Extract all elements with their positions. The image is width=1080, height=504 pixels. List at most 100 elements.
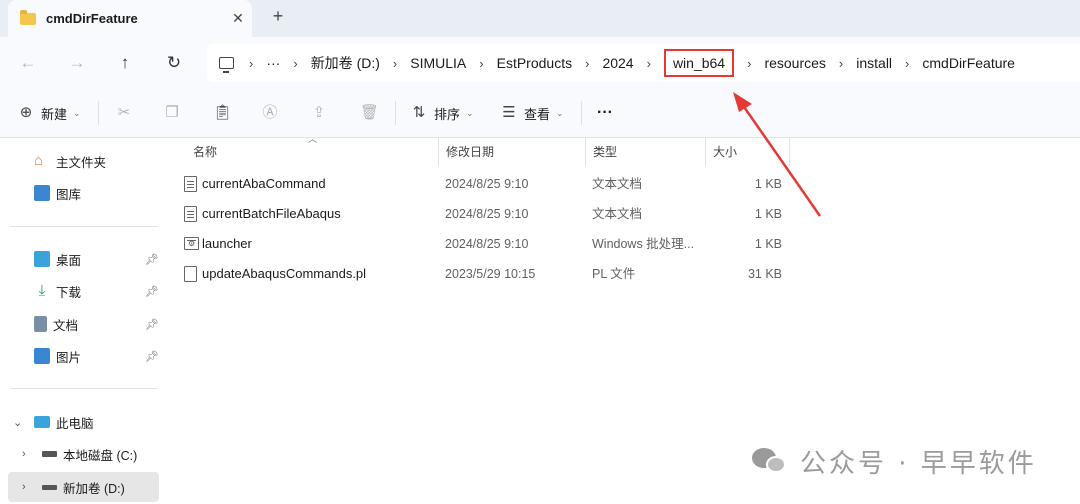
watermark-text: 公众号 · 早早软件 (800, 448, 1037, 479)
navigation-bar: ← → ↑ ↻ › ··· › 新加卷 (D:) › SIMULIA › Est… (0, 37, 1080, 89)
plus-circle-icon: ⊕ (19, 104, 33, 121)
new-tab-button[interactable]: + (268, 6, 288, 30)
file-row[interactable]: launcher 2024/8/25 9:10 Windows 批处理... 1… (175, 229, 795, 259)
sidebar-divider (10, 388, 158, 389)
tab-cmddirfeature[interactable]: cmdDirFeature ✕ (8, 0, 252, 37)
paste-button[interactable]: 📋︎ (213, 102, 236, 124)
new-button[interactable]: ⊕ 新建 ⌄ (18, 102, 81, 124)
sort-button[interactable]: ⇅ 排序 ⌄ (411, 102, 474, 124)
sidebar-item-gallery[interactable]: 图库 (0, 178, 170, 208)
breadcrumb-cmddirfeature[interactable]: cmdDirFeature (922, 55, 1015, 71)
breadcrumb-drive-d[interactable]: 新加卷 (D:) (311, 53, 380, 73)
more-options-button[interactable]: ··· (597, 102, 613, 124)
text-file-icon (184, 176, 197, 192)
breadcrumb-install[interactable]: install (856, 55, 892, 71)
view-label: 查看 (524, 106, 551, 122)
file-size: 31 KB (747, 267, 782, 281)
desktop-icon (34, 251, 50, 267)
breadcrumb-separator[interactable]: › (905, 56, 909, 71)
command-bar: ⊕ 新建 ⌄ ✂ ❐ 📋︎ Ⓐ ⇪ 🗑︎ ⇅ 排序 ⌄ ☰ 查看 ⌄ ··· (0, 89, 1080, 138)
breadcrumb-separator[interactable]: › (249, 56, 253, 71)
file-modified: 2023/5/29 10:15 (445, 267, 536, 281)
pin-icon[interactable]: 📌︎ (145, 253, 159, 266)
sidebar-item-label: 桌面 (56, 253, 82, 268)
sidebar-item-desktop[interactable]: 桌面 📌︎ (0, 244, 170, 274)
breadcrumb-2024[interactable]: 2024 (602, 55, 633, 71)
column-type[interactable]: 类型 (585, 138, 617, 166)
delete-button[interactable]: 🗑︎ (360, 102, 383, 124)
sidebar-item-drive-c[interactable]: › 本地磁盘 (C:) (0, 439, 170, 469)
close-tab-icon[interactable]: ✕ (224, 10, 252, 27)
sidebar-item-documents[interactable]: 文档 📌︎ (0, 309, 170, 339)
chevron-down-icon[interactable]: ⌄ (13, 416, 22, 429)
file-row[interactable]: currentAbaCommand 2024/8/25 9:10 文本文档 1 … (175, 169, 795, 199)
column-name[interactable]: 名称 (185, 138, 217, 166)
tab-strip: cmdDirFeature ✕ + (0, 0, 1080, 37)
rename-button[interactable]: Ⓐ (262, 102, 285, 124)
breadcrumb-separator[interactable]: › (647, 56, 651, 71)
back-button[interactable]: ← (15, 50, 41, 76)
this-pc-icon[interactable] (219, 57, 234, 73)
pictures-icon (34, 348, 50, 364)
copy-button[interactable]: ❐ (164, 102, 187, 124)
chevron-down-icon: ⌄ (556, 107, 564, 118)
forward-button[interactable]: → (64, 50, 90, 76)
column-modified[interactable]: 修改日期 (438, 138, 494, 166)
file-size: 1 KB (754, 207, 782, 221)
file-name: currentBatchFileAbaqus (202, 206, 341, 221)
sidebar-item-home[interactable]: ⌂ 主文件夹 (0, 146, 170, 176)
pin-icon[interactable]: 📌︎ (145, 285, 159, 298)
sidebar-item-drive-d[interactable]: › 新加卷 (D:) (8, 472, 159, 502)
address-bar[interactable]: › ··· › 新加卷 (D:) › SIMULIA › EstProducts… (207, 44, 1080, 82)
folder-icon (20, 9, 36, 25)
breadcrumb-resources[interactable]: resources (764, 55, 825, 71)
scissors-icon: ✂ (117, 104, 131, 121)
breadcrumb-separator[interactable]: › (479, 56, 483, 71)
file-name: launcher (202, 236, 252, 251)
file-row[interactable]: updateAbaqusCommands.pl 2023/5/29 10:15 … (175, 259, 795, 289)
chevron-down-icon: ⌄ (73, 107, 81, 118)
sidebar-item-downloads[interactable]: ⤓ 下载 📌︎ (0, 276, 170, 306)
clipboard-icon: 📋︎ (213, 104, 233, 121)
sidebar-item-this-pc[interactable]: ⌄ 此电脑 (0, 407, 170, 437)
file-modified: 2024/8/25 9:10 (445, 237, 529, 251)
breadcrumb-estproducts[interactable]: EstProducts (497, 55, 572, 71)
share-button[interactable]: ⇪ (311, 102, 334, 124)
sidebar-item-label: 主文件夹 (56, 155, 107, 170)
file-size: 1 KB (754, 177, 782, 191)
breadcrumb-separator[interactable]: › (585, 56, 589, 71)
sidebar-item-pictures[interactable]: 图片 📌︎ (0, 341, 170, 371)
sidebar-item-label: 文档 (53, 318, 79, 333)
column-size[interactable]: 大小 (705, 138, 737, 166)
file-modified: 2024/8/25 9:10 (445, 207, 529, 221)
view-list-icon: ☰ (502, 104, 516, 121)
breadcrumb-separator[interactable]: › (293, 56, 297, 71)
up-button[interactable]: ↑ (112, 50, 138, 76)
breadcrumb-separator[interactable]: › (839, 56, 843, 71)
wechat-logo-icon (752, 446, 788, 476)
breadcrumb-simulia[interactable]: SIMULIA (410, 55, 466, 71)
chevron-right-icon[interactable]: › (22, 481, 26, 493)
file-type: PL 文件 (592, 267, 636, 281)
breadcrumb-separator[interactable]: › (747, 56, 751, 71)
cut-button[interactable]: ✂ (116, 102, 139, 124)
sort-label: 排序 (434, 106, 461, 122)
pin-icon[interactable]: 📌︎ (145, 350, 159, 363)
gallery-icon (34, 185, 50, 201)
copy-icon: ❐ (165, 104, 179, 121)
breadcrumb-more[interactable]: ··· (266, 55, 280, 71)
pin-icon[interactable]: 📌︎ (145, 318, 159, 331)
home-icon: ⌂ (34, 152, 44, 169)
view-button[interactable]: ☰ 查看 ⌄ (501, 102, 564, 124)
sidebar-item-label: 此电脑 (56, 416, 94, 431)
sort-ascending-icon: ︿ (308, 134, 318, 144)
sidebar-item-label: 图片 (56, 350, 82, 365)
column-divider[interactable] (789, 138, 790, 166)
breadcrumb-win-b64[interactable]: win_b64 (663, 49, 735, 77)
refresh-button[interactable]: ↻ (161, 50, 187, 76)
breadcrumb-separator[interactable]: › (393, 56, 397, 71)
file-row[interactable]: currentBatchFileAbaqus 2024/8/25 9:10 文本… (175, 199, 795, 229)
chevron-right-icon[interactable]: › (22, 448, 26, 460)
file-modified: 2024/8/25 9:10 (445, 177, 529, 191)
sidebar-item-label: 下载 (56, 285, 82, 300)
